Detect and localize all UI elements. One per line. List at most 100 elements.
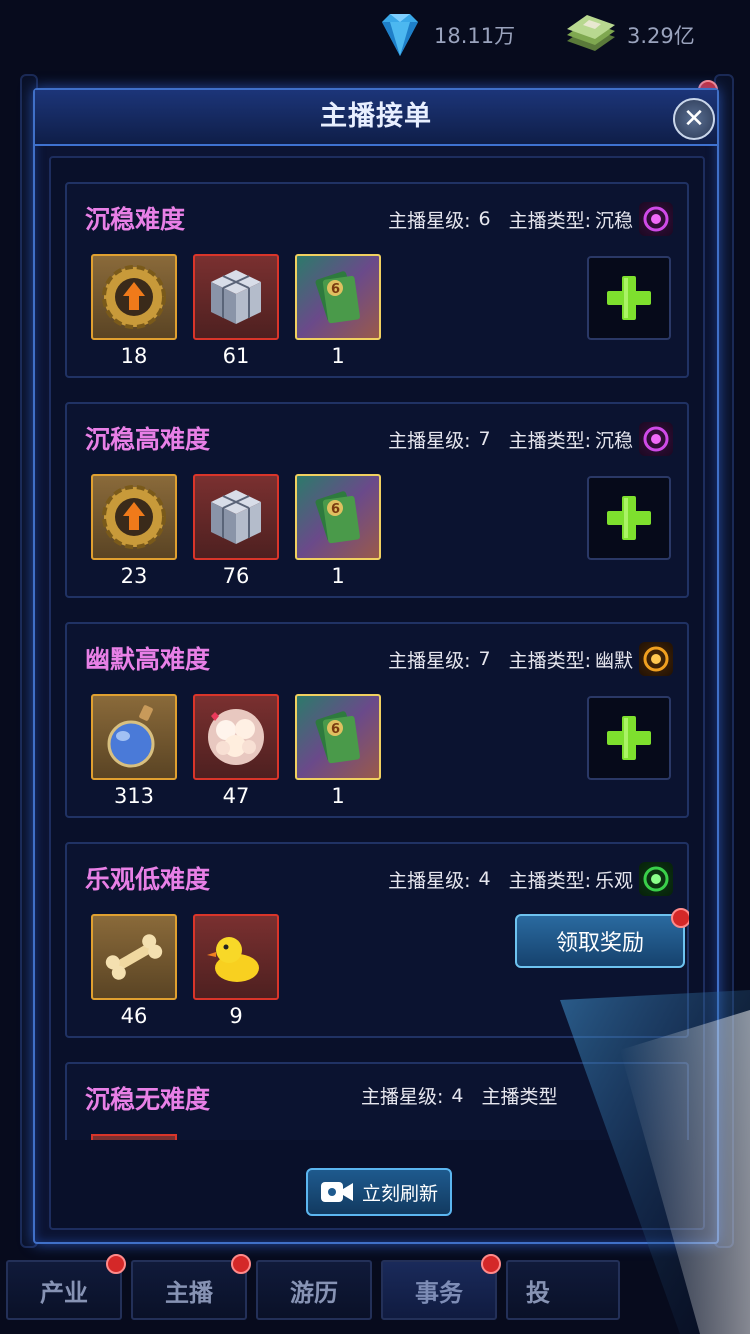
item-slot <box>91 694 177 780</box>
dialog-header: 主播接单 ✕ <box>35 90 717 146</box>
nav-tab-label: 投 <box>526 1278 550 1307</box>
plus-icon <box>607 716 651 760</box>
plus-icon <box>607 276 651 320</box>
item-slot <box>193 474 279 560</box>
item-quantity: 23 <box>120 564 148 588</box>
anchor-order-dialog: 主播接单 ✕ 沉稳难度 主播星级: 6 主播类型: 沉稳 18 61 6 1 沉… <box>33 88 719 1244</box>
item-slot: 6 <box>295 694 381 780</box>
anchor-type-value: 乐观 <box>594 869 633 892</box>
claim-reward-button[interactable]: 领取奖励 <box>515 908 689 968</box>
item-slot: 6 <box>295 254 381 340</box>
reward-item[interactable]: 18 <box>91 254 177 368</box>
order-title: 沉稳无难度 <box>85 1085 211 1114</box>
order-card: 沉稳高难度 主播星级: 7 主播类型: 沉稳 23 76 6 1 <box>65 402 689 598</box>
nav-tab-anchor[interactable]: 主播 <box>131 1254 251 1320</box>
diamond-amount: 18.11万 <box>434 24 516 48</box>
close-button[interactable]: ✕ <box>673 98 715 140</box>
refresh-label: 立刻刷新 <box>361 1182 438 1205</box>
dialog-title: 主播接单 <box>320 101 432 132</box>
item-slot <box>193 694 279 780</box>
item-quantity: 18 <box>120 344 148 368</box>
order-info: 主播星级: 4 主播类型: 乐观 <box>388 862 673 896</box>
refresh-now-button[interactable]: 立刻刷新 <box>306 1168 452 1216</box>
optimistic-type-icon <box>639 862 673 896</box>
rubber-duck-icon <box>207 937 259 982</box>
reward-items: 46 9 <box>91 914 295 1028</box>
diamond-currency: 18.11万 <box>376 12 515 58</box>
nav-notification-dot <box>481 1254 501 1274</box>
reward-item[interactable]: 6 1 <box>295 694 381 808</box>
item-slot-partial <box>91 1134 177 1140</box>
order-title: 幽默高难度 <box>85 645 211 674</box>
item-quantity: 47 <box>222 784 250 808</box>
order-card: 乐观低难度 主播星级: 4 主播类型: 乐观 46 9 领取奖励 <box>65 842 689 1038</box>
order-info: 主播星级: 7 主播类型: 幽默 <box>388 642 673 676</box>
item-quantity: 9 <box>229 1004 243 1028</box>
add-order-button[interactable] <box>587 696 671 780</box>
reward-item[interactable]: 9 <box>193 914 279 1028</box>
order-title: 乐观低难度 <box>85 865 211 894</box>
nav-tab-affairs[interactable]: 事务 <box>381 1254 501 1320</box>
item-slot <box>193 914 279 1000</box>
star-level-label: 主播星级: <box>388 869 471 892</box>
cash-currency: 3.29亿 <box>565 12 695 58</box>
cards-icon: 6 <box>315 711 360 764</box>
order-card: 沉稳无难度 主播星级: 4 主播类型 <box>65 1062 689 1140</box>
anchor-type-label: 主播类型: <box>508 869 591 892</box>
reward-item[interactable]: 61 <box>193 254 279 368</box>
star-level-label: 主播星级: <box>388 209 471 232</box>
order-list[interactable]: 沉稳难度 主播星级: 6 主播类型: 沉稳 18 61 6 1 沉稳高难度 主播… <box>65 182 689 1140</box>
add-order-button[interactable] <box>587 476 671 560</box>
anchor-type-value: 沉稳 <box>594 209 633 232</box>
star-level-value: 4 <box>451 1084 464 1107</box>
star-level-value: 6 <box>478 208 491 230</box>
reward-item[interactable]: 46 <box>91 914 177 1028</box>
nav-notification-dot <box>106 1254 126 1274</box>
cards-icon: 6 <box>315 271 360 324</box>
video-camera-icon <box>320 1182 353 1202</box>
cards-icon: 6 <box>315 491 360 544</box>
item-quantity: 313 <box>113 784 155 808</box>
item-slot: 6 <box>295 474 381 560</box>
bottom-navigation: 产业 主播 游历 事务 投 <box>0 1252 750 1334</box>
item-quantity: 61 <box>222 344 250 368</box>
plus-icon <box>607 496 651 540</box>
close-icon: ✕ <box>683 104 705 134</box>
reward-item[interactable]: 6 1 <box>295 474 381 588</box>
metal-cube-icon <box>211 490 261 544</box>
reward-item[interactable]: 76 <box>193 474 279 588</box>
item-quantity: 1 <box>331 564 345 588</box>
nav-tab-travel[interactable]: 游历 <box>256 1260 372 1320</box>
order-info: 主播星级: 4 主播类型 <box>361 1082 558 1109</box>
star-level-label: 主播星级: <box>361 1086 444 1108</box>
star-level-value: 7 <box>478 648 491 670</box>
star-level-label: 主播星级: <box>388 429 471 452</box>
nav-notification-dot <box>231 1254 251 1274</box>
cash-amount: 3.29亿 <box>627 24 695 48</box>
star-level-label: 主播星级: <box>388 649 471 672</box>
reward-items: 23 76 6 1 <box>91 474 397 588</box>
add-order-button[interactable] <box>587 256 671 340</box>
svg-text:6: 6 <box>331 502 340 517</box>
item-slot <box>193 254 279 340</box>
flower-bouquet-icon <box>208 709 264 765</box>
diamond-icon <box>382 14 418 56</box>
reward-item[interactable]: 47 <box>193 694 279 808</box>
nav-tab-invest[interactable]: 投 <box>506 1260 620 1320</box>
potion-bottle-icon <box>107 705 155 768</box>
reward-item[interactable]: 313 <box>91 694 177 808</box>
anchor-type-label: 主播类型: <box>508 209 591 232</box>
order-card: 沉稳难度 主播星级: 6 主播类型: 沉稳 18 61 6 1 <box>65 182 689 378</box>
claim-reward-label: 领取奖励 <box>555 931 644 956</box>
reward-item[interactable]: 23 <box>91 474 177 588</box>
anchor-type-label-partial: 主播类型 <box>481 1086 558 1108</box>
humor-type-icon <box>639 642 673 676</box>
reward-item[interactable]: 6 1 <box>295 254 381 368</box>
item-quantity: 1 <box>331 344 345 368</box>
order-info: 主播星级: 7 主播类型: 沉稳 <box>388 422 673 456</box>
nav-tab-industry[interactable]: 产业 <box>6 1254 126 1320</box>
bone-icon <box>105 934 163 980</box>
steady-type-icon <box>639 422 673 456</box>
star-level-value: 7 <box>478 428 491 450</box>
svg-text:6: 6 <box>331 722 340 737</box>
